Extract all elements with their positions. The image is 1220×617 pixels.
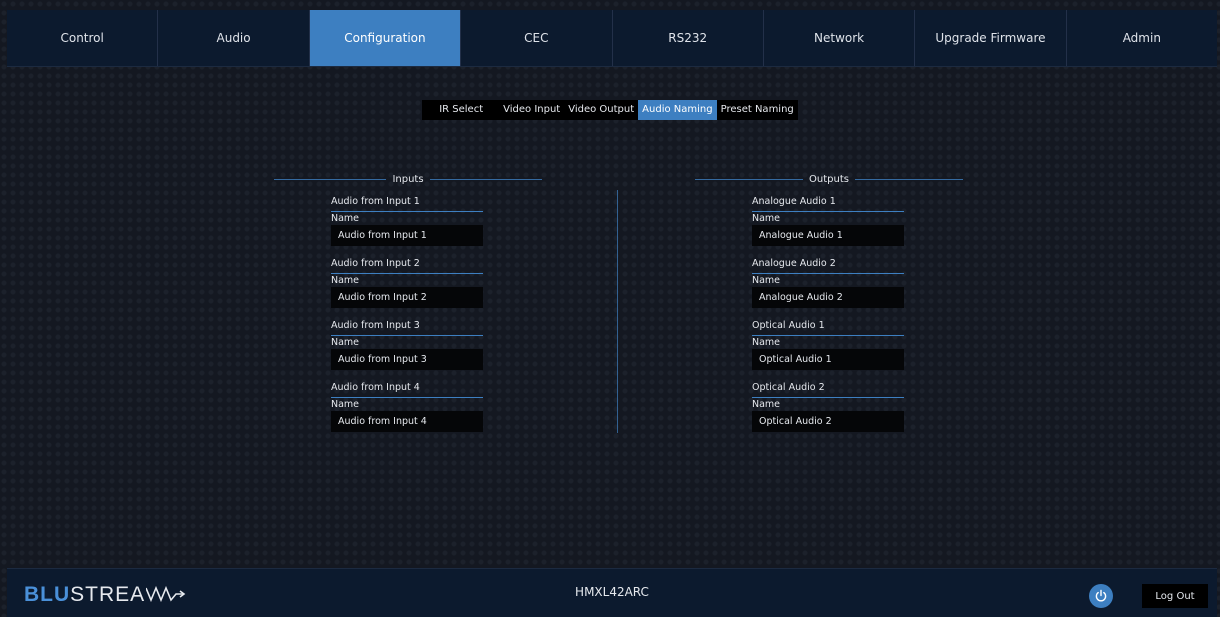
input-entry-1: Audio from Input 1 Name	[331, 195, 483, 257]
tab-audio[interactable]: Audio	[158, 10, 310, 66]
name-label: Name	[752, 213, 781, 224]
output-1-name-field[interactable]	[752, 225, 904, 246]
name-label: Name	[331, 399, 360, 410]
input-4-name-field[interactable]	[331, 411, 483, 432]
device-name: HMXL42ARC	[575, 585, 649, 599]
title-rule-left	[695, 178, 804, 180]
name-label: Name	[752, 337, 781, 348]
power-icon	[1095, 589, 1107, 602]
input-heading: Audio from Input 3	[331, 319, 483, 336]
subtab-video-input[interactable]: Video Input	[499, 100, 564, 120]
output-heading: Analogue Audio 1	[752, 195, 904, 212]
input-entry-4: Audio from Input 4 Name	[331, 381, 483, 443]
subtab-bar: IR Select Video Input Video Output Audio…	[422, 100, 798, 120]
output-entry-4: Optical Audio 2 Name	[752, 381, 904, 443]
input-entry-2: Audio from Input 2 Name	[331, 257, 483, 319]
input-heading: Audio from Input 4	[331, 381, 483, 398]
output-3-name-field[interactable]	[752, 349, 904, 370]
config-subtabs: IR Select Video Input Video Output Audio…	[0, 100, 1220, 120]
tab-upgrade-firmware[interactable]: Upgrade Firmware	[915, 10, 1067, 66]
subtab-video-output[interactable]: Video Output	[564, 100, 638, 120]
outputs-column: Analogue Audio 1 Name Analogue Audio 2 N…	[752, 195, 904, 443]
output-4-name-field[interactable]	[752, 411, 904, 432]
title-rule-left	[274, 178, 387, 180]
name-label: Name	[331, 275, 360, 286]
name-label: Name	[752, 399, 781, 410]
tab-cec[interactable]: CEC	[461, 10, 613, 66]
column-divider	[617, 190, 618, 433]
output-entry-1: Analogue Audio 1 Name	[752, 195, 904, 257]
output-heading: Optical Audio 1	[752, 319, 904, 336]
footer-bar: BLU STREA HMXL42ARC Log Out	[7, 568, 1217, 617]
name-label: Name	[331, 337, 360, 348]
output-heading: Optical Audio 2	[752, 381, 904, 398]
logout-button[interactable]: Log Out	[1142, 584, 1208, 608]
tab-control[interactable]: Control	[7, 10, 159, 66]
main-nav: Control Audio Configuration CEC RS232 Ne…	[7, 10, 1217, 67]
input-heading: Audio from Input 2	[331, 257, 483, 274]
outputs-title-text: Outputs	[809, 173, 849, 185]
name-label: Name	[752, 275, 781, 286]
input-heading: Audio from Input 1	[331, 195, 483, 212]
input-3-name-field[interactable]	[331, 349, 483, 370]
output-entry-2: Analogue Audio 2 Name	[752, 257, 904, 319]
subtab-ir-select[interactable]: IR Select	[422, 100, 499, 120]
inputs-section-title: Inputs	[274, 172, 543, 186]
output-heading: Analogue Audio 2	[752, 257, 904, 274]
output-entry-3: Optical Audio 1 Name	[752, 319, 904, 381]
tab-configuration[interactable]: Configuration	[309, 10, 462, 66]
input-entry-3: Audio from Input 3 Name	[331, 319, 483, 381]
inputs-title-text: Inputs	[392, 173, 424, 185]
outputs-section-title: Outputs	[695, 172, 964, 186]
subtab-audio-naming[interactable]: Audio Naming	[638, 100, 717, 120]
power-button[interactable]	[1089, 584, 1113, 608]
tab-rs232[interactable]: RS232	[613, 10, 764, 66]
title-rule-right	[429, 178, 543, 180]
input-1-name-field[interactable]	[331, 225, 483, 246]
tab-network[interactable]: Network	[764, 10, 916, 66]
tab-admin[interactable]: Admin	[1067, 10, 1217, 66]
name-label: Name	[331, 213, 360, 224]
subtab-preset-naming[interactable]: Preset Naming	[717, 100, 798, 120]
input-2-name-field[interactable]	[331, 287, 483, 308]
output-2-name-field[interactable]	[752, 287, 904, 308]
inputs-column: Audio from Input 1 Name Audio from Input…	[331, 195, 483, 443]
title-rule-right	[854, 178, 964, 180]
